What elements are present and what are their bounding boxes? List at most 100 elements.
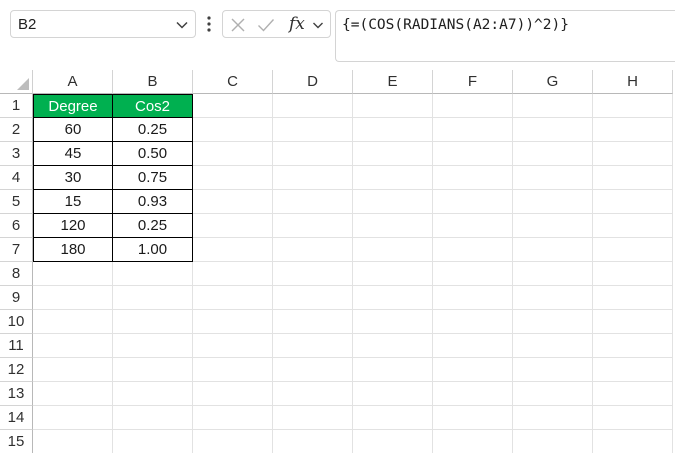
cell-a2[interactable]: 60 (33, 118, 113, 142)
cell-d12[interactable] (273, 358, 353, 382)
cell-e10[interactable] (353, 310, 433, 334)
name-box[interactable]: B2 (10, 10, 196, 38)
cell-a12[interactable] (33, 358, 113, 382)
check-icon[interactable] (257, 17, 275, 33)
cell-e11[interactable] (353, 334, 433, 358)
column-header-c[interactable]: C (193, 70, 273, 94)
row-header-12[interactable]: 12 (0, 358, 33, 382)
cell-a3[interactable]: 45 (33, 142, 113, 166)
cell-b5[interactable]: 0.93 (113, 190, 193, 214)
cell-g12[interactable] (513, 358, 593, 382)
row-header-5[interactable]: 5 (0, 190, 33, 214)
column-header-d[interactable]: D (273, 70, 353, 94)
cell-f9[interactable] (433, 286, 513, 310)
cell-e7[interactable] (353, 238, 433, 262)
cell-d6[interactable] (273, 214, 353, 238)
cell-e12[interactable] (353, 358, 433, 382)
cell-c6[interactable] (193, 214, 273, 238)
row-header-15[interactable]: 15 (0, 430, 33, 453)
cell-c4[interactable] (193, 166, 273, 190)
cell-c2[interactable] (193, 118, 273, 142)
cell-b11[interactable] (113, 334, 193, 358)
cell-c8[interactable] (193, 262, 273, 286)
cell-b10[interactable] (113, 310, 193, 334)
row-header-9[interactable]: 9 (0, 286, 33, 310)
cell-d8[interactable] (273, 262, 353, 286)
cell-h5[interactable] (593, 190, 673, 214)
cell-f10[interactable] (433, 310, 513, 334)
row-header-8[interactable]: 8 (0, 262, 33, 286)
more-options-icon[interactable] (206, 15, 212, 33)
cell-d10[interactable] (273, 310, 353, 334)
cell-g9[interactable] (513, 286, 593, 310)
cell-a10[interactable] (33, 310, 113, 334)
row-header-6[interactable]: 6 (0, 214, 33, 238)
cell-a8[interactable] (33, 262, 113, 286)
insert-function-icon[interactable]: fx (289, 14, 305, 34)
cell-b8[interactable] (113, 262, 193, 286)
cell-d5[interactable] (273, 190, 353, 214)
cell-c3[interactable] (193, 142, 273, 166)
column-header-e[interactable]: E (353, 70, 433, 94)
cell-h2[interactable] (593, 118, 673, 142)
cell-c11[interactable] (193, 334, 273, 358)
cell-b4[interactable]: 0.75 (113, 166, 193, 190)
cell-h12[interactable] (593, 358, 673, 382)
cell-h13[interactable] (593, 382, 673, 406)
row-header-10[interactable]: 10 (0, 310, 33, 334)
cell-b2[interactable]: 0.25 (113, 118, 193, 142)
cell-d15[interactable] (273, 430, 353, 453)
cell-b7[interactable]: 1.00 (113, 238, 193, 262)
cell-g6[interactable] (513, 214, 593, 238)
cell-f1[interactable] (433, 94, 513, 118)
cell-g3[interactable] (513, 142, 593, 166)
cell-g2[interactable] (513, 118, 593, 142)
cell-f14[interactable] (433, 406, 513, 430)
cell-b12[interactable] (113, 358, 193, 382)
cell-d2[interactable] (273, 118, 353, 142)
column-header-g[interactable]: G (513, 70, 593, 94)
cell-g15[interactable] (513, 430, 593, 453)
column-header-b[interactable]: B (113, 70, 193, 94)
cell-a14[interactable] (33, 406, 113, 430)
cell-f3[interactable] (433, 142, 513, 166)
select-all-corner[interactable] (0, 70, 33, 94)
cell-e9[interactable] (353, 286, 433, 310)
row-header-14[interactable]: 14 (0, 406, 33, 430)
cell-f13[interactable] (433, 382, 513, 406)
cell-c10[interactable] (193, 310, 273, 334)
cell-h15[interactable] (593, 430, 673, 453)
cell-a6[interactable]: 120 (33, 214, 113, 238)
cell-e3[interactable] (353, 142, 433, 166)
cell-d4[interactable] (273, 166, 353, 190)
row-header-13[interactable]: 13 (0, 382, 33, 406)
cell-g5[interactable] (513, 190, 593, 214)
cell-b13[interactable] (113, 382, 193, 406)
cell-f8[interactable] (433, 262, 513, 286)
cell-d14[interactable] (273, 406, 353, 430)
cell-b6[interactable]: 0.25 (113, 214, 193, 238)
cell-c13[interactable] (193, 382, 273, 406)
cell-d9[interactable] (273, 286, 353, 310)
cell-d13[interactable] (273, 382, 353, 406)
cell-h6[interactable] (593, 214, 673, 238)
row-header-2[interactable]: 2 (0, 118, 33, 142)
cell-e2[interactable] (353, 118, 433, 142)
cell-b1[interactable]: Cos2 (113, 94, 193, 118)
cell-a11[interactable] (33, 334, 113, 358)
cell-d1[interactable] (273, 94, 353, 118)
cell-c7[interactable] (193, 238, 273, 262)
cell-d7[interactable] (273, 238, 353, 262)
cell-a15[interactable] (33, 430, 113, 453)
cell-h4[interactable] (593, 166, 673, 190)
cell-e1[interactable] (353, 94, 433, 118)
cell-h8[interactable] (593, 262, 673, 286)
cell-h14[interactable] (593, 406, 673, 430)
row-header-4[interactable]: 4 (0, 166, 33, 190)
row-header-1[interactable]: 1 (0, 94, 33, 118)
cell-f12[interactable] (433, 358, 513, 382)
cell-g7[interactable] (513, 238, 593, 262)
cell-h10[interactable] (593, 310, 673, 334)
cell-e4[interactable] (353, 166, 433, 190)
cell-a1[interactable]: Degree (33, 94, 113, 118)
